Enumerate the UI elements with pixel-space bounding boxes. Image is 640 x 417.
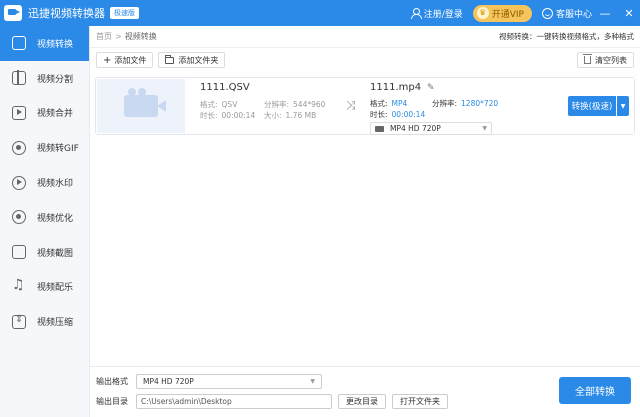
output-dir-row-label: 输出目录 (96, 397, 128, 406)
output-duration: 00:00:14 (391, 110, 426, 119)
gif-icon (12, 140, 26, 155)
chevron-down-icon: ▼ (482, 125, 487, 132)
merge-icon (12, 105, 26, 120)
breadcrumb: 首页 > 视频转换 视频转换：一键转换视频格式，多种格式 (90, 26, 640, 48)
add-folder-button[interactable]: 添加文件夹 (158, 52, 226, 68)
film-icon (375, 125, 384, 132)
main-panel: 首页 > 视频转换 视频转换：一键转换视频格式，多种格式 + 添加文件 添加文件… (90, 26, 640, 417)
chevron-down-icon: ▼ (620, 102, 626, 110)
source-size-label: 大小: (264, 111, 282, 120)
clear-list-button[interactable]: 清空列表 (577, 52, 634, 68)
login-link[interactable]: 注册/登录 (410, 7, 463, 20)
video-camera-icon (124, 88, 166, 117)
split-icon (12, 70, 26, 86)
edition-badge: 极速版 (110, 7, 139, 19)
bottom-bar: 输出格式 MP4 HD 720P ▼ 输出目录 C:\Users\admin\D… (90, 366, 640, 417)
breadcrumb-current: 视频转换 (124, 32, 157, 41)
source-resolution: 544*960 (293, 100, 326, 109)
compress-icon (12, 314, 26, 329)
source-format-label: 格式: (200, 100, 218, 109)
optimize-icon (12, 210, 26, 225)
source-duration-label: 时长: (200, 111, 218, 120)
sidebar-item-optimize[interactable]: 视频优化 (0, 200, 89, 235)
plus-icon: + (103, 54, 112, 66)
output-dir-field[interactable]: C:\Users\admin\Desktop (136, 394, 332, 409)
change-dir-button[interactable]: 更改目录 (338, 394, 386, 409)
sidebar-item-music[interactable]: 视频配乐 (0, 270, 89, 305)
output-resolution-label: 分辨率: (432, 99, 458, 108)
sidebar-item-watermark[interactable]: 视频水印 (0, 165, 89, 200)
sidebar-item-compress[interactable]: 视频压缩 (0, 304, 89, 339)
sidebar-item-split[interactable]: 视频分割 (0, 61, 89, 96)
folder-icon (165, 54, 175, 64)
smile-icon (541, 7, 553, 19)
convert-button[interactable]: 转换(极速) (568, 96, 616, 116)
output-format-select[interactable]: MP4 HD 720P ▼ (136, 374, 322, 389)
music-icon (12, 277, 26, 294)
title-bar: 迅捷视频转换器 极速版 注册/登录 ♛ 开通VIP 客服中心 — ✕ (0, 0, 640, 26)
open-folder-button[interactable]: 打开文件夹 (392, 394, 448, 409)
breadcrumb-home[interactable]: 首页 (96, 31, 112, 42)
service-center-link[interactable]: 客服中心 (541, 7, 592, 20)
chevron-down-icon: ▼ (310, 378, 315, 385)
sidebar-item-convert[interactable]: 视频转换 (0, 26, 89, 61)
output-file-name: 1111.mp4 (370, 82, 422, 93)
app-title: 迅捷视频转换器 (28, 7, 105, 20)
source-format: QSV (221, 100, 238, 109)
user-icon (410, 8, 422, 19)
add-file-button[interactable]: + 添加文件 (96, 52, 154, 68)
crown-icon: ♛ (476, 7, 489, 19)
breadcrumb-separator: > (115, 32, 122, 41)
sidebar-item-merge[interactable]: 视频合并 (0, 96, 89, 131)
watermark-icon (12, 175, 26, 190)
shuffle-icon: ⤨ (346, 98, 356, 112)
edit-icon[interactable]: ✎ (427, 83, 435, 93)
sidebar-item-gif[interactable]: 视频转GIF (0, 130, 89, 165)
output-format-row-label: 输出格式 (96, 377, 128, 386)
source-resolution-label: 分辨率: (264, 100, 290, 109)
output-resolution: 1280*720 (461, 99, 499, 108)
file-list-item: 1111.QSV 格式: QSV 分辨率: 544*960 时长: 00:00:14 … (95, 77, 635, 135)
sidebar-item-screenshot[interactable]: 视频截图 (0, 235, 89, 270)
source-size: 1.76 MB (285, 111, 317, 120)
output-format-label: 格式: (370, 99, 388, 108)
convert-all-button[interactable]: 全部转换 (559, 377, 631, 404)
output-format: MP4 (391, 99, 408, 108)
toolbar: + 添加文件 添加文件夹 清空列表 (90, 48, 640, 72)
convert-icon (12, 36, 26, 51)
app-logo-icon (4, 5, 22, 21)
source-file-name: 1111.QSV (200, 82, 250, 93)
minimize-button[interactable]: — (594, 0, 616, 26)
page-description: 视频转换：一键转换视频格式，多种格式 (499, 32, 634, 41)
vip-button[interactable]: ♛ 开通VIP (472, 4, 532, 22)
source-duration: 00:00:14 (221, 111, 256, 120)
trash-icon (583, 54, 592, 64)
output-duration-label: 时长: (370, 110, 388, 119)
screenshot-icon (12, 245, 26, 260)
output-preset-select[interactable]: MP4 HD 720P ▼ (370, 122, 492, 135)
close-button[interactable]: ✕ (618, 0, 640, 26)
video-thumbnail (97, 79, 185, 133)
sidebar: 视频转换 视频分割 视频合并 视频转GIF 视频水印 视频优化 视频截图 视频配… (0, 26, 90, 417)
convert-options-dropdown[interactable]: ▼ (617, 96, 629, 116)
